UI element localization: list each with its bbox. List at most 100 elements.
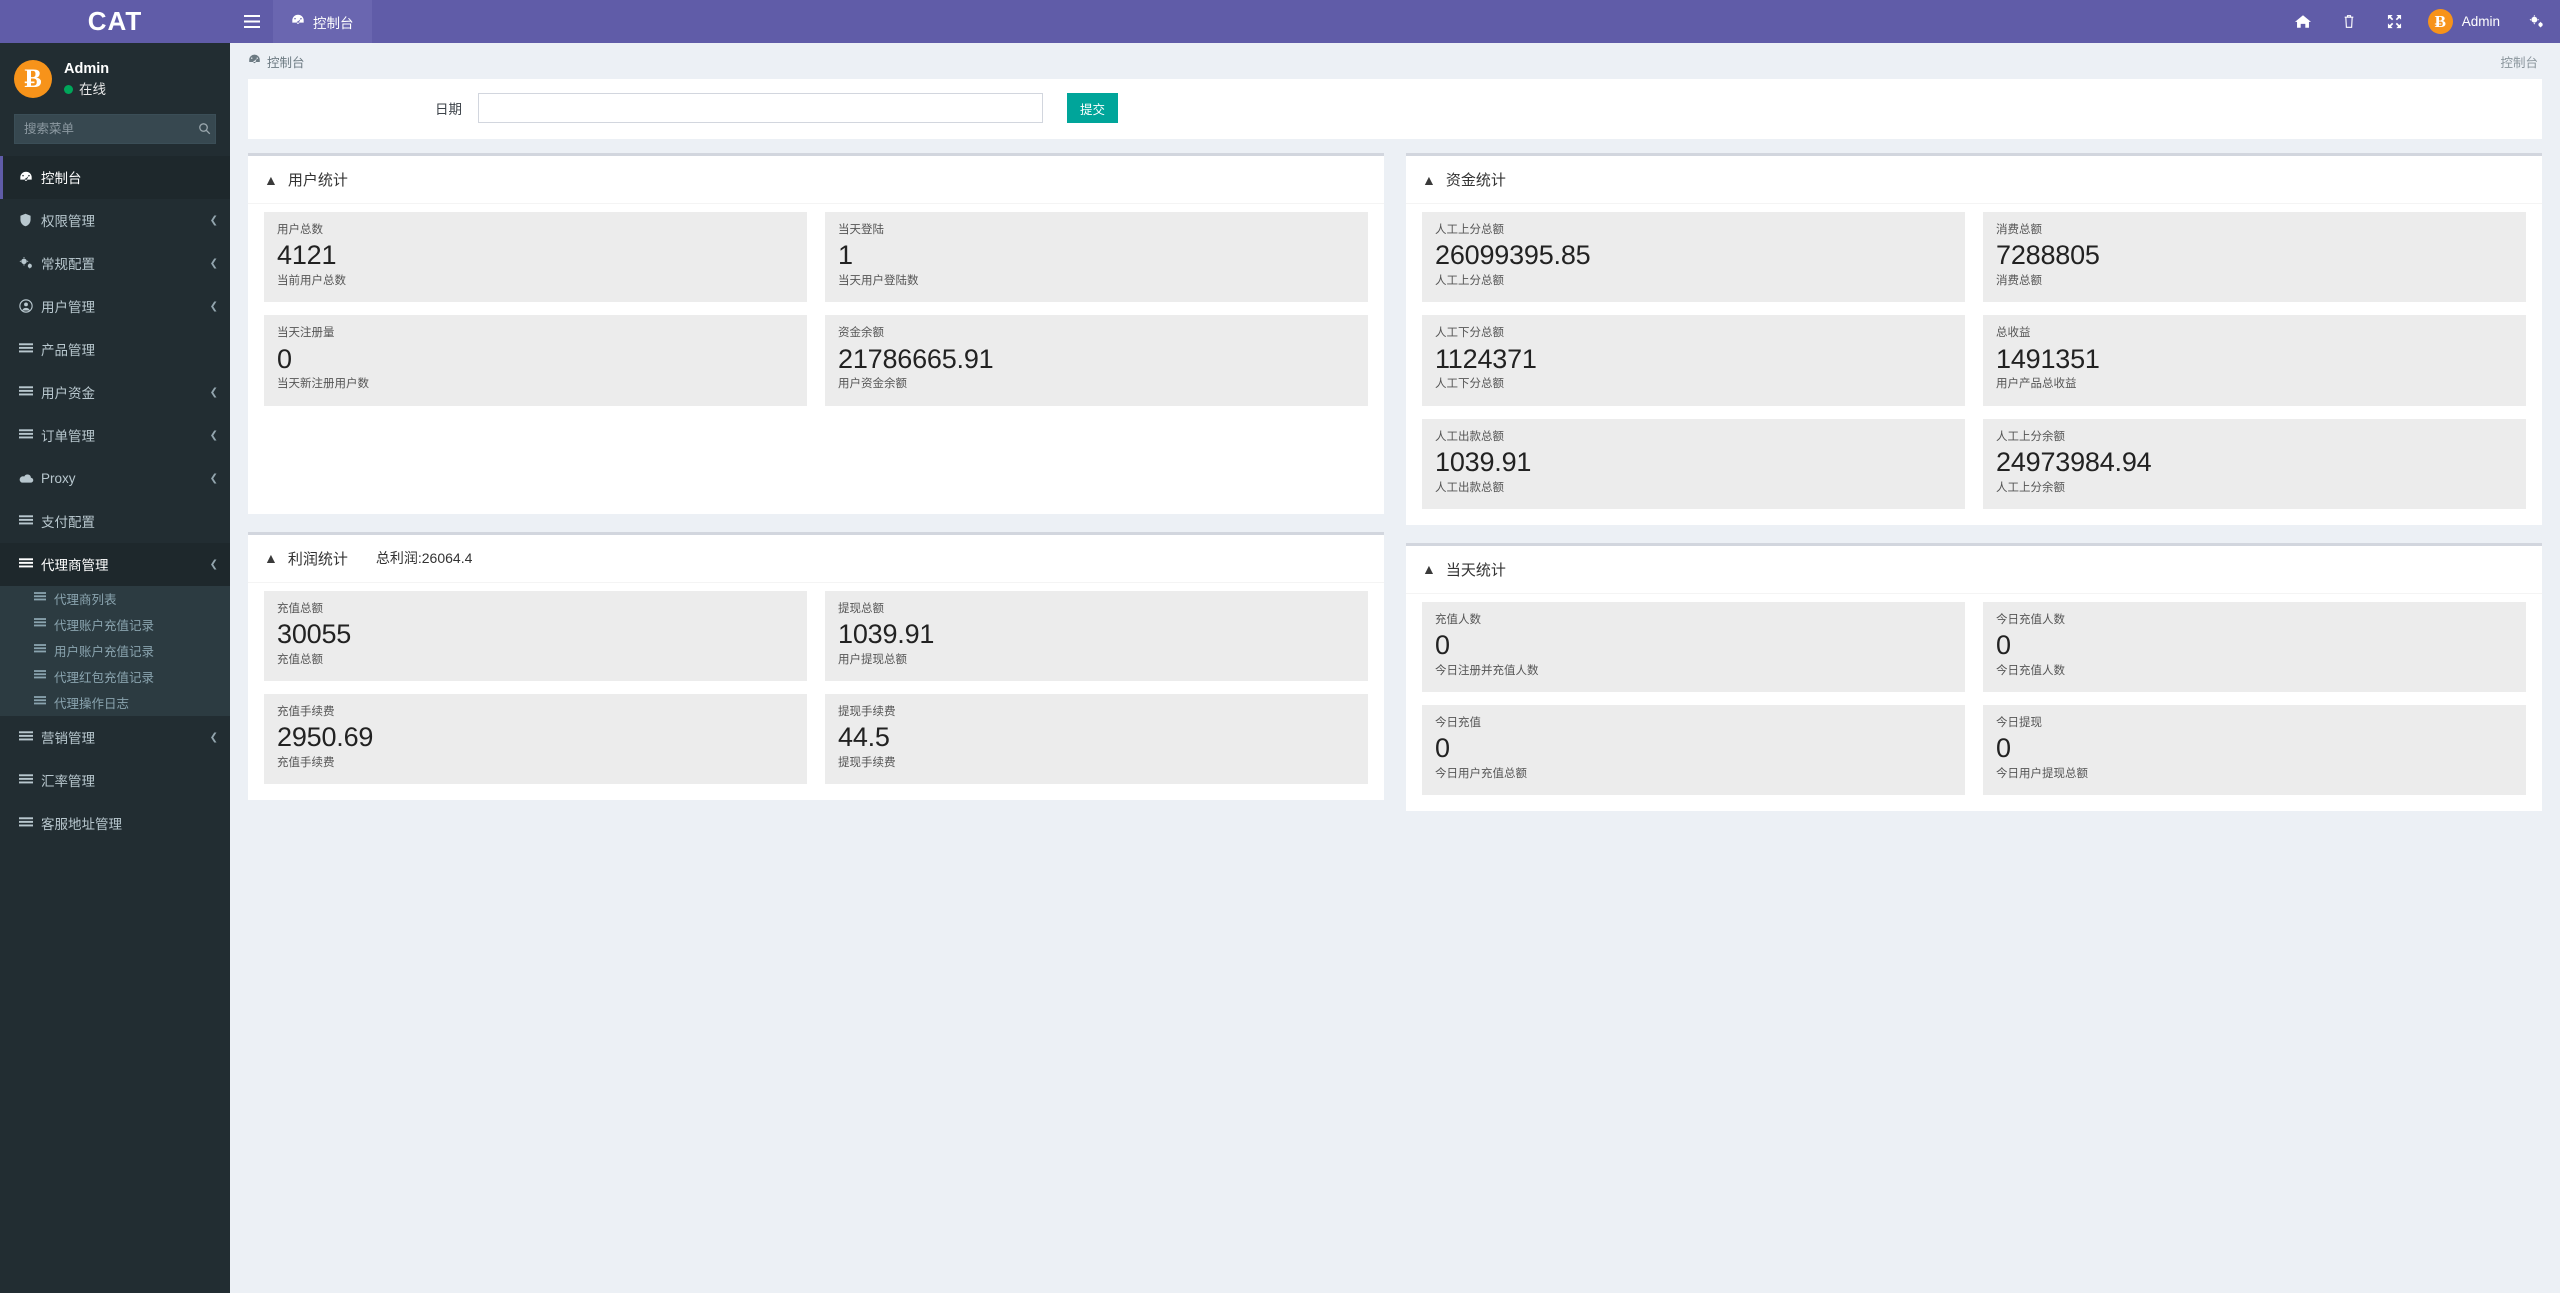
- sidebar-item-label: Proxy: [41, 470, 76, 486]
- sidebar-subitem-agent-account-recharge-log[interactable]: 代理账户充值记录: [0, 612, 230, 638]
- sidebar-item-product-management[interactable]: 产品管理: [0, 328, 230, 371]
- stat-card: 消费总额 7288805 消费总额: [1983, 212, 2526, 303]
- sidebar-item-proxy[interactable]: Proxy ❮: [0, 457, 230, 500]
- stat-top-label: 当天注册量: [277, 327, 335, 340]
- sidebar-item-marketing-management[interactable]: 营销管理 ❮: [0, 716, 230, 759]
- stat-top-label: 总收益: [1996, 327, 2031, 340]
- search-icon[interactable]: [194, 115, 215, 143]
- stat-top-label: 消费总额: [1996, 224, 2042, 236]
- home-icon[interactable]: [2280, 0, 2326, 43]
- stat-value: 1124371: [1435, 343, 1537, 374]
- sidebar-item-label: 汇率管理: [41, 774, 95, 790]
- sidebar-subitem-label: 代理红包充值记录: [54, 671, 155, 686]
- sidebar-item-user-management[interactable]: 用户管理 ❮: [0, 285, 230, 328]
- stat-card: 总收益 1491351 用户产品总收益: [1983, 315, 2526, 406]
- stat-top-label: 用户总数: [277, 224, 323, 236]
- sidebar-subitem-label: 代理商列表: [54, 593, 117, 608]
- shield-icon: [19, 213, 41, 227]
- stat-bottom-label: 当前用户总数: [277, 275, 346, 287]
- stat-value: 24973984.94: [1996, 446, 2152, 477]
- breadcrumb-label: 控制台: [267, 55, 305, 70]
- search-input[interactable]: [15, 121, 194, 136]
- sidebar-subitem-user-account-recharge-log[interactable]: 用户账户充值记录: [0, 638, 230, 664]
- stat-top-label: 充值手续费: [277, 705, 335, 718]
- topbar: 控制台 Ƀ Admin: [230, 0, 2560, 43]
- trash-icon[interactable]: [2326, 0, 2372, 43]
- sidebar-item-user-funds[interactable]: 用户资金 ❮: [0, 371, 230, 414]
- sidebar-item-label: 支付配置: [41, 515, 95, 531]
- panel-user-stats: ▲ 用户统计 用户总数 4121 当前用户总数 当天登陆 1 当天用户登陆数 当…: [248, 153, 1384, 514]
- panel-title: 当天统计: [1445, 561, 1506, 579]
- dashboard-icon: [248, 53, 261, 69]
- left-column: ▲ 用户统计 用户总数 4121 当前用户总数 当天登陆 1 当天用户登陆数 当…: [248, 153, 1384, 811]
- sidebar-item-dashboard[interactable]: 控制台: [0, 155, 230, 199]
- stat-card: 今日充值人数 0 今日充值人数: [1983, 601, 2526, 692]
- stat-top-label: 人工出款总额: [1435, 430, 1504, 443]
- stat-value: 1039.91: [1435, 446, 1532, 477]
- tab-label: 控制台: [313, 15, 354, 31]
- panel-total-profit: 总利润:26064.4: [375, 550, 473, 566]
- dashboard-icon: [19, 170, 41, 184]
- sidebar-item-payment-config[interactable]: 支付配置: [0, 500, 230, 543]
- sidebar-item-label: 常规配置: [41, 257, 95, 273]
- list-icon: [19, 429, 41, 441]
- stat-card: 人工下分总额 1124371 人工下分总额: [1422, 315, 1965, 406]
- chevron-left-icon: ❮: [209, 257, 218, 269]
- sidebar-item-permissions[interactable]: 权限管理 ❮: [0, 199, 230, 242]
- sidebar-item-exchange-rate-management[interactable]: 汇率管理: [0, 759, 230, 802]
- stat-value: 1039.91: [838, 618, 935, 649]
- sidebar-item-label: 订单管理: [41, 429, 95, 445]
- stat-bottom-label: 消费总额: [1996, 275, 2042, 287]
- stat-card: 提现总额 1039.91 用户提现总额: [825, 590, 1368, 681]
- stat-bottom-label: 提现手续费: [838, 756, 896, 769]
- sidebar-item-label: 用户资金: [41, 386, 95, 402]
- sidebar-item-label: 产品管理: [41, 343, 95, 359]
- hamburger-icon[interactable]: [230, 0, 273, 43]
- stat-value: 1: [838, 240, 853, 271]
- sidebar-subitem-label: 代理操作日志: [54, 697, 130, 712]
- list-icon: [19, 386, 41, 398]
- list-icon: [34, 592, 54, 605]
- sidebar-subitem-agent-operation-log[interactable]: 代理操作日志: [0, 690, 230, 716]
- user-circle-icon: [19, 299, 41, 313]
- topbar-user-menu[interactable]: Ƀ Admin: [2418, 0, 2514, 43]
- stat-top-label: 今日提现: [1996, 717, 2042, 729]
- stat-top-label: 提现手续费: [838, 705, 896, 718]
- fullscreen-icon[interactable]: [2372, 0, 2418, 43]
- sidebar-subitem-agent-list[interactable]: 代理商列表: [0, 586, 230, 612]
- sidebar-item-label: 客服地址管理: [41, 817, 122, 833]
- stat-value: 44.5: [838, 722, 890, 752]
- stat-value: 2950.69: [277, 722, 374, 752]
- stat-bottom-label: 今日充值人数: [1996, 664, 2065, 677]
- sidebar: CAT Ƀ Admin 在线 搜索菜单 控制台 权限管理 ❮ 常规配置 ❮ 用户…: [0, 0, 230, 1293]
- stat-bottom-label: 今日用户充值总额: [1435, 768, 1527, 780]
- sidebar-subitem-agent-redpacket-recharge-log[interactable]: 代理红包充值记录: [0, 664, 230, 690]
- stat-bottom-label: 用户资金余额: [838, 378, 907, 391]
- avatar: Ƀ: [2427, 9, 2453, 34]
- sidebar-item-support-address-management[interactable]: 客服地址管理: [0, 802, 230, 845]
- gears-icon: [19, 256, 41, 270]
- sidebar-item-general-config[interactable]: 常规配置 ❮: [0, 242, 230, 285]
- gears-icon[interactable]: [2514, 0, 2560, 43]
- stat-value: 21786665.91: [838, 343, 994, 374]
- sidebar-item-agent-management[interactable]: 代理商管理 ❮ 代理商列表 代理账户充值记录 用户账户充值记录 代理红包充值记录…: [0, 542, 230, 716]
- chevron-left-icon: ❮: [209, 214, 218, 226]
- sidebar-search-wrap: [0, 113, 230, 156]
- panel-fund-stats: ▲ 资金统计 人工上分总额 26099395.85 人工上分总额 消费总额 72…: [1406, 153, 2542, 525]
- sidebar-user-status: 在线: [64, 80, 109, 100]
- list-icon: [34, 696, 54, 709]
- panel-profit-stats: ▲ 利润统计 总利润:26064.4 充值总额 30055 充值总额 提现总额 …: [248, 531, 1384, 800]
- list-icon: [19, 558, 41, 570]
- stat-top-label: 今日充值: [1435, 717, 1481, 729]
- stat-card: 提现手续费 44.5 提现手续费: [825, 693, 1368, 784]
- submit-button[interactable]: 提交: [1067, 93, 1119, 123]
- brand-logo[interactable]: CAT: [0, 0, 230, 43]
- list-icon: [19, 731, 41, 743]
- tab-dashboard[interactable]: 控制台: [273, 0, 372, 43]
- stat-value: 0: [277, 343, 292, 374]
- sidebar-item-order-management[interactable]: 订单管理 ❮: [0, 414, 230, 457]
- date-input[interactable]: [478, 93, 1043, 123]
- sidebar-menu: 控制台 权限管理 ❮ 常规配置 ❮ 用户管理 ❮ 产品管理 用户资金 ❮ 订单管…: [0, 155, 230, 845]
- stat-card: 资金余额 21786665.91 用户资金余额: [825, 315, 1368, 406]
